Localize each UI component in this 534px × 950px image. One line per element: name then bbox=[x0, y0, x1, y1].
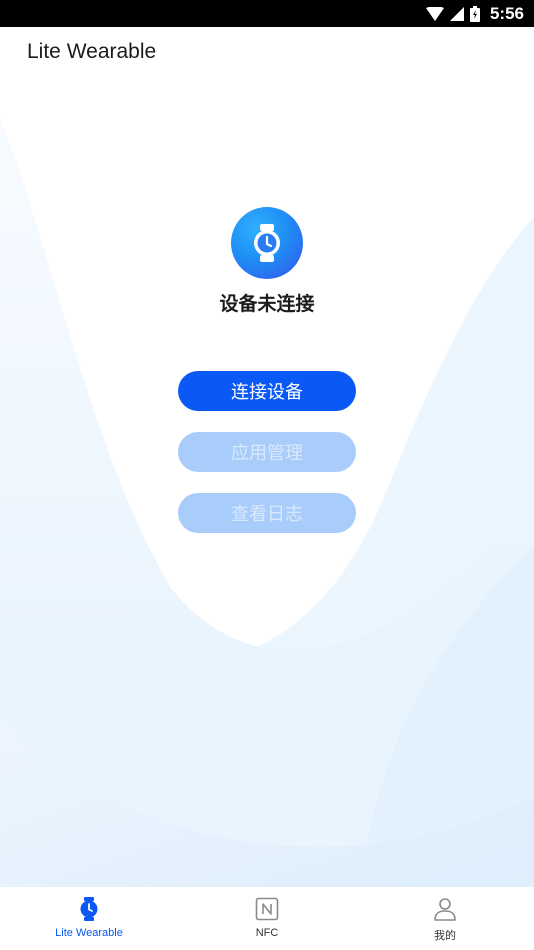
app-management-button[interactable]: 应用管理 bbox=[178, 432, 356, 472]
watch-icon bbox=[254, 224, 280, 262]
tab-label: 我的 bbox=[434, 930, 456, 942]
tab-mine[interactable]: 我的 bbox=[356, 887, 534, 950]
app-title: Lite Wearable bbox=[27, 40, 157, 63]
cell-signal-icon bbox=[449, 6, 464, 21]
connect-device-button[interactable]: 连接设备 bbox=[178, 371, 356, 411]
device-status-text: 设备未连接 bbox=[219, 293, 315, 315]
tab-lite-wearable[interactable]: Lite Wearable bbox=[0, 887, 178, 950]
tab-label: NFC bbox=[255, 927, 279, 939]
status-time: 5:56 bbox=[489, 3, 524, 23]
nfc-icon bbox=[255, 897, 279, 921]
bottom-tab-bar: Lite Wearable NFC 我的 bbox=[0, 887, 534, 950]
watch-icon bbox=[80, 897, 98, 921]
device-avatar bbox=[231, 207, 303, 279]
tab-label: Lite Wearable bbox=[55, 927, 123, 939]
view-log-button[interactable]: 查看日志 bbox=[178, 493, 356, 533]
status-bar: 5:56 bbox=[0, 0, 534, 27]
tab-nfc[interactable]: NFC bbox=[178, 887, 356, 950]
person-icon bbox=[434, 898, 456, 921]
battery-icon bbox=[469, 5, 480, 22]
wifi-icon bbox=[425, 6, 444, 21]
